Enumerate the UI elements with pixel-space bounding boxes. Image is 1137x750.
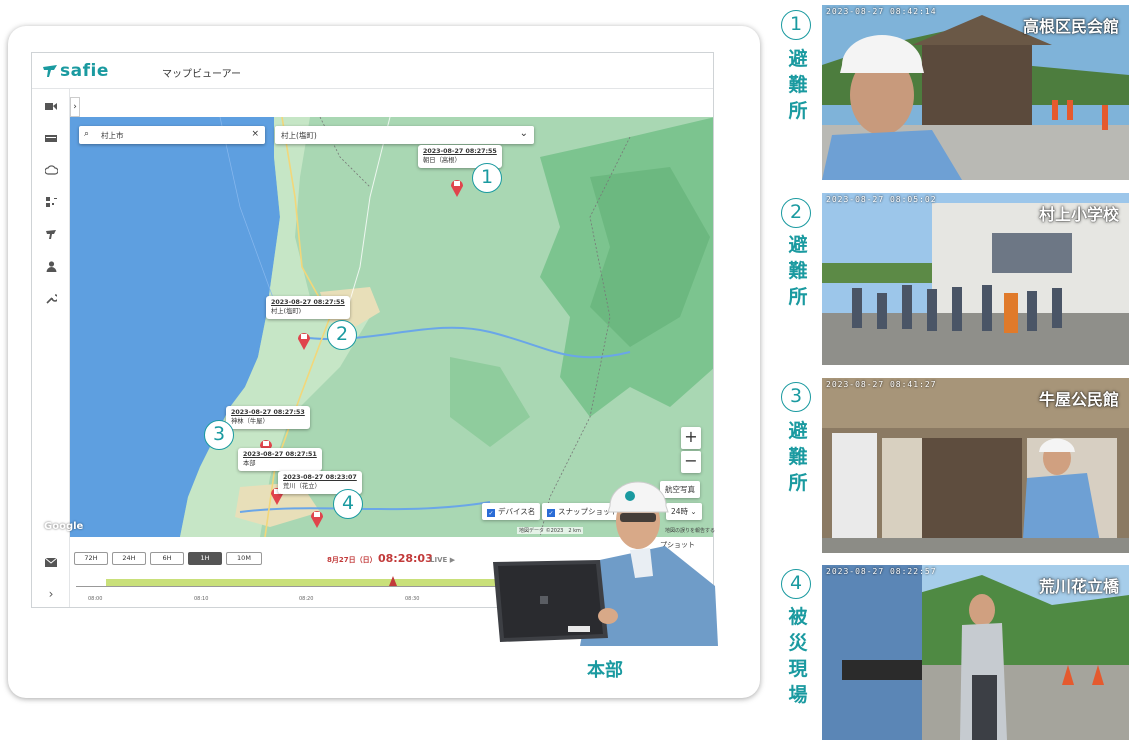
site-3-title: 牛屋公民館	[1038, 390, 1119, 409]
site-4-type-label: 被 災 現 場	[786, 604, 810, 708]
logo-text: safie	[60, 61, 109, 81]
camera-pin-2[interactable]	[297, 330, 311, 350]
marker-number-3: 3	[204, 420, 234, 450]
chevron-down-icon: ⌄	[519, 128, 528, 139]
honbu-label: 本部	[587, 660, 623, 681]
site-number-1: 1	[781, 10, 811, 40]
site-1-camera-photo[interactable]: 2023-08-27 08:42:14 高根区民会館	[822, 5, 1129, 180]
site-type-char: 現	[788, 658, 808, 680]
callout-3[interactable]: 2023-08-27 08:27:53 神林（牛屋）	[226, 406, 310, 429]
callout-honbu[interactable]: 2023-08-27 08:27:51 本部	[238, 448, 322, 471]
safie-bird-icon	[43, 65, 57, 77]
site-type-char: 所	[788, 286, 808, 308]
marker-number-1: 1	[472, 163, 502, 193]
site-1-title: 高根区民会館	[1022, 17, 1119, 36]
site-number-2: 2	[781, 198, 811, 228]
range-1h-button[interactable]: 1H	[188, 552, 222, 565]
site-1-timestamp: 2023-08-27 08:42:14	[826, 7, 937, 16]
site-4-title: 荒川花立橋	[1038, 577, 1119, 596]
tick-label: 08:30	[405, 596, 420, 602]
site-number-3: 3	[781, 382, 811, 412]
map-icon[interactable]	[44, 227, 58, 241]
qr-icon[interactable]	[44, 195, 58, 209]
site-3-timestamp: 2023-08-27 08:41:27	[826, 380, 937, 389]
live-button[interactable]: LIVE ▶	[430, 556, 455, 564]
clear-icon[interactable]: ×	[251, 129, 259, 139]
range-6h-button[interactable]: 6H	[150, 552, 184, 565]
recorder-icon[interactable]	[44, 131, 58, 145]
cloud-icon[interactable]	[44, 163, 58, 177]
search-icon: ⌕	[84, 129, 90, 139]
sidebar-expand-button[interactable]: ›	[70, 97, 80, 117]
location-select[interactable]: 村上(塩町) ⌄	[275, 126, 534, 144]
site-3-type-label: 避 難 所	[786, 418, 810, 496]
marker-number-4: 4	[333, 489, 363, 519]
site-type-char: 避	[788, 420, 808, 442]
callout-label: 村上(塩町)	[271, 307, 302, 315]
wrench-icon[interactable]	[44, 291, 58, 305]
marker-number-2: 2	[327, 320, 357, 350]
tick-label: 08:20	[299, 596, 314, 602]
callout-label: 神林（牛屋）	[231, 417, 269, 425]
site-1-type-label: 避 難 所	[786, 46, 810, 124]
app-title: マップビューアー	[162, 69, 241, 80]
range-72h-button[interactable]: 72H	[74, 552, 108, 565]
tick-label: 08:00	[88, 596, 103, 602]
stage: safie マップビューアー › › ⌕ 村上市 × 村上(塩町) ⌄ 2023…	[0, 0, 1137, 750]
callout-timestamp: 2023-08-27 08:27:51	[243, 451, 317, 458]
site-2-camera-photo[interactable]: 2023-08-27 08:05:02 村上小学校	[822, 193, 1129, 365]
map-search-input[interactable]: ⌕ 村上市 ×	[79, 126, 265, 144]
timeline-time: 08:28:03	[378, 552, 433, 565]
mail-icon[interactable]	[44, 555, 58, 569]
callout-label: 本部	[243, 459, 256, 467]
chevron-right-icon[interactable]: ›	[44, 587, 58, 601]
timeline-axis	[76, 586, 516, 587]
timeline-date: 8月27日（日）	[327, 556, 377, 564]
site-type-char: 難	[788, 446, 808, 468]
safie-logo[interactable]: safie	[42, 61, 109, 81]
google-attribution: Google	[44, 521, 84, 532]
camera-icon[interactable]	[44, 99, 58, 113]
top-bar: safie マップビューアー	[32, 53, 713, 89]
site-2-type-label: 避 難 所	[786, 232, 810, 310]
callout-timestamp: 2023-08-27 08:27:55	[271, 299, 345, 306]
headquarters-operator-photo	[493, 481, 718, 646]
site-type-char: 被	[788, 606, 808, 628]
site-type-char: 場	[788, 684, 808, 706]
site-type-char: 避	[788, 48, 808, 70]
site-type-char: 避	[788, 234, 808, 256]
callout-timestamp: 2023-08-27 08:23:07	[283, 474, 357, 481]
camera-pin-1[interactable]	[450, 177, 464, 197]
site-type-char: 難	[788, 260, 808, 282]
user-icon[interactable]	[44, 259, 58, 273]
callout-timestamp: 2023-08-27 08:27:53	[231, 409, 305, 416]
tick-label: 08:10	[194, 596, 209, 602]
site-type-char: 所	[788, 472, 808, 494]
search-value: 村上市	[101, 131, 124, 140]
zoom-in-button[interactable]: +	[681, 427, 701, 449]
site-type-char: 難	[788, 74, 808, 96]
site-type-char: 所	[788, 100, 808, 122]
range-24h-button[interactable]: 24H	[112, 552, 146, 565]
camera-pin-4[interactable]	[310, 508, 324, 528]
callout-timestamp: 2023-08-27 08:27:55	[423, 148, 497, 155]
playhead-marker[interactable]	[389, 576, 397, 586]
site-4-timestamp: 2023-08-27 08:22:57	[826, 567, 937, 576]
location-select-value: 村上(塩町)	[281, 131, 317, 140]
recording-track[interactable]	[106, 579, 506, 586]
site-number-4: 4	[781, 569, 811, 599]
site-type-char: 災	[788, 632, 808, 654]
site-3-camera-photo[interactable]: 2023-08-27 08:41:27 牛屋公民館	[822, 378, 1129, 553]
site-2-title: 村上小学校	[1038, 205, 1119, 224]
site-4-camera-photo[interactable]: 2023-08-27 08:22:57 荒川花立橋	[822, 565, 1129, 740]
range-10m-button[interactable]: 10M	[226, 552, 262, 565]
site-2-timestamp: 2023-08-27 08:05:02	[826, 195, 937, 204]
callout-2[interactable]: 2023-08-27 08:27:55 村上(塩町)	[266, 296, 350, 319]
